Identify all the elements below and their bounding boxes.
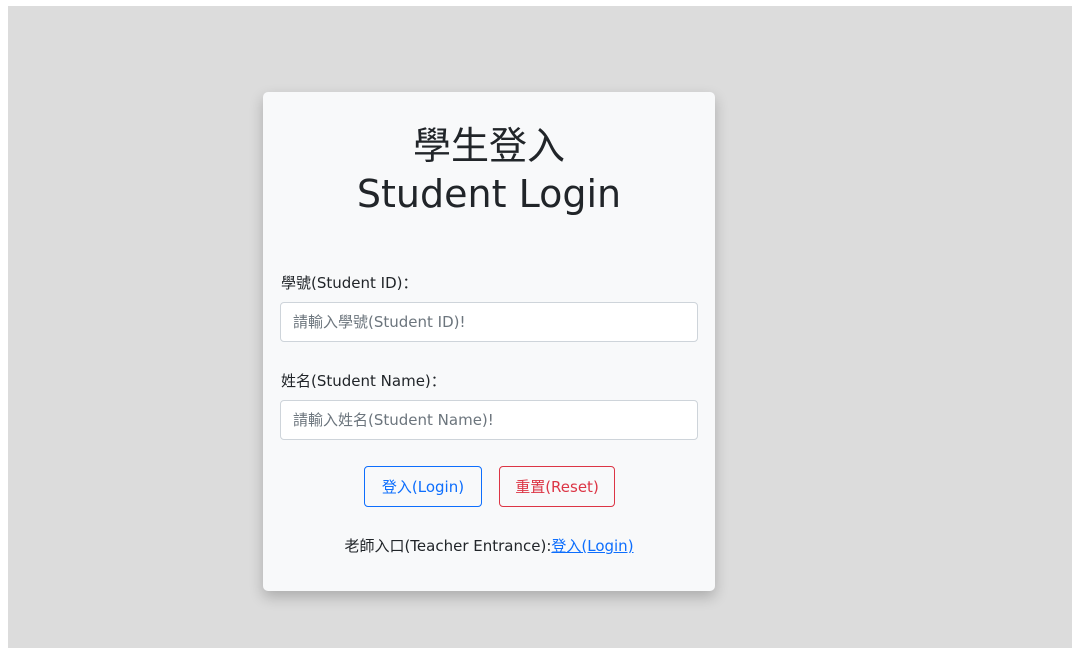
login-card: 學生登入 Student Login 學號(Student ID)： 姓名(St… [263, 92, 715, 591]
page-title: 學生登入 Student Login [263, 122, 715, 218]
student-id-label: 學號(Student ID)： [281, 274, 418, 292]
title-chinese: 學生登入 [412, 124, 565, 168]
login-button[interactable]: 登入(Login) [364, 466, 482, 507]
teacher-entrance-label: 老師入口(Teacher Entrance): [344, 537, 552, 555]
teacher-login-link[interactable]: 登入(Login) [551, 537, 633, 555]
student-name-input[interactable] [280, 400, 698, 440]
title-english: Student Login [356, 172, 622, 216]
reset-button[interactable]: 重置(Reset) [499, 466, 615, 507]
student-name-label: 姓名(Student Name)： [281, 372, 446, 390]
student-id-input[interactable] [280, 302, 698, 342]
teacher-entrance: 老師入口(Teacher Entrance):登入(Login) [263, 536, 715, 556]
